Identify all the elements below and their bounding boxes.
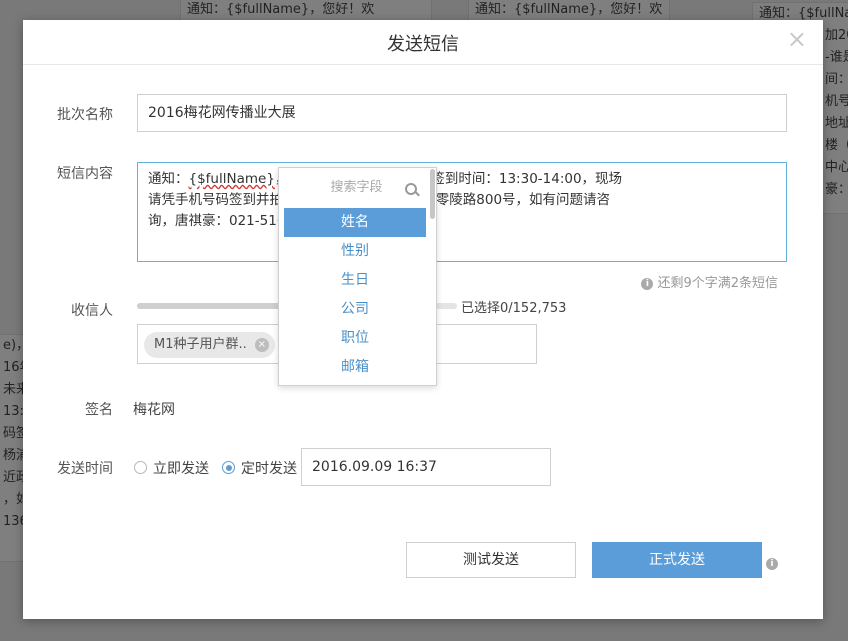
signature-value: 梅花网 <box>133 402 175 418</box>
remaining-chars-hint: i 还剩9个字满2条短信 <box>641 272 778 291</box>
dropdown-scrollbar[interactable] <box>430 169 435 219</box>
recipient-label: 收信人 <box>71 303 113 319</box>
field-option[interactable]: 姓名 <box>284 208 426 237</box>
recipient-progress-fill <box>137 303 281 309</box>
fullname-token: {$fullName} <box>188 171 275 187</box>
recipient-tag[interactable]: M1种子用户群.. × <box>144 332 275 358</box>
scheduled-time-input[interactable]: 2016.09.09 16:37 <box>301 448 551 486</box>
scheduled-send-label[interactable]: 定时发送 <box>241 458 297 478</box>
field-option[interactable]: 公司 <box>284 295 426 324</box>
sms-content-textarea[interactable]: 通知：{$fullName}， 16梅花网传播业大展。签到时间：13:30-14… <box>137 162 787 262</box>
remaining-chars-text: 还剩9个字满2条短信 <box>657 276 778 291</box>
info-icon: i <box>766 557 778 570</box>
send-now-radio[interactable] <box>134 461 147 474</box>
search-icon <box>405 183 417 195</box>
test-send-button[interactable]: 测试发送 <box>406 542 576 578</box>
field-option[interactable]: 职位 <box>284 324 426 353</box>
recipient-tag-label: M1种子用户群.. <box>154 337 247 352</box>
send-time-label: 发送时间 <box>57 461 113 477</box>
field-picker-dropdown: 搜索字段 姓名 性别 生日 公司 职位 邮箱 <box>278 167 437 386</box>
close-icon[interactable]: × <box>787 26 807 52</box>
field-option[interactable]: 性别 <box>284 237 426 266</box>
scheduled-send-radio[interactable] <box>222 461 235 474</box>
sms-content-line: 请凭手机号码签到并拍 东亚展览馆上海市徐汇区零陵路800号，如有问题请咨 <box>148 192 611 208</box>
sms-content-line: 询，唐祺豪：021-516 <box>148 213 286 229</box>
close-icon[interactable]: × <box>254 338 269 352</box>
batch-name-label: 批次名称 <box>57 107 113 123</box>
send-info[interactable]: i <box>766 553 782 572</box>
sms-content-label: 短信内容 <box>57 166 113 182</box>
send-now-label[interactable]: 立即发送 <box>153 458 209 478</box>
send-button[interactable]: 正式发送 <box>592 542 762 578</box>
sms-content-line: 通知：{$fullName}， 16梅花网传播业大展。签到时间：13:30-14… <box>148 169 776 190</box>
signature-label: 签名 <box>85 402 113 418</box>
info-icon: i <box>641 277 654 290</box>
field-option[interactable]: 邮箱 <box>284 353 426 382</box>
sms-text: 通知： <box>148 171 189 187</box>
dialog-header: 发送短信 × <box>23 20 823 65</box>
field-option[interactable]: 生日 <box>284 266 426 295</box>
dialog-title: 发送短信 <box>387 34 459 55</box>
batch-name-input[interactable]: 2016梅花网传播业大展 <box>137 94 787 132</box>
selected-count: 已选择0/152,753 <box>461 301 567 316</box>
